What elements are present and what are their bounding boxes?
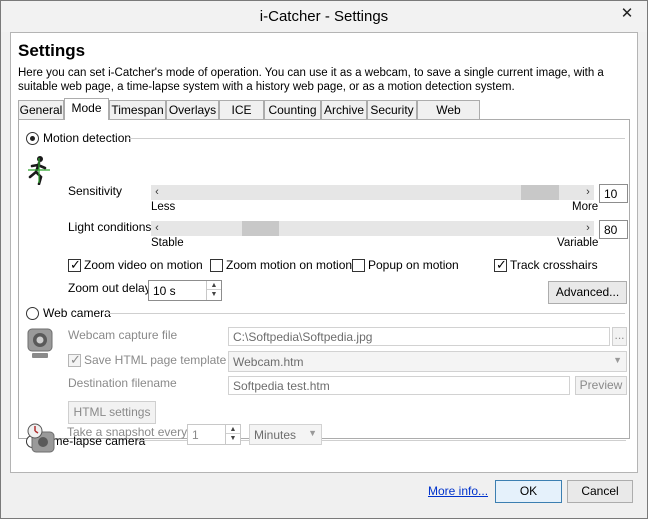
tab-overlays[interactable]: Overlays <box>166 100 219 119</box>
sensitivity-min-label: Less <box>151 201 176 213</box>
tab-counting[interactable]: Counting <box>264 100 321 119</box>
light-conditions-label: Light conditions <box>68 220 152 234</box>
chevron-down-icon: ▼ <box>613 355 622 365</box>
destination-filename-label: Destination filename <box>68 376 177 390</box>
sensitivity-label: Sensitivity <box>68 184 123 198</box>
motion-detection-option[interactable]: Motion detection <box>26 131 131 145</box>
light-conditions-value[interactable]: 80 <box>599 220 628 239</box>
ok-button[interactable]: OK <box>495 480 562 503</box>
webcam-separator <box>105 313 625 314</box>
zoom-video-on-motion-checkbox[interactable]: Zoom video on motion <box>68 257 203 273</box>
snapshot-unit-dropdown[interactable]: Minutes ▼ <box>249 424 322 445</box>
timer-camera-icon <box>27 423 55 453</box>
tab-web-server[interactable]: Web server <box>417 100 480 131</box>
sensitivity-slider-thumb[interactable] <box>521 185 559 200</box>
close-icon[interactable]: ✕ <box>613 3 641 25</box>
tab-mode[interactable]: Mode <box>64 98 109 120</box>
web-camera-option[interactable]: Web camera <box>26 306 111 320</box>
light-max-label: Variable <box>557 237 599 249</box>
save-html-template-checkbox[interactable]: Save HTML page template <box>68 352 226 368</box>
sensitivity-value[interactable]: 10 <box>599 184 628 203</box>
destination-filename-input[interactable]: Softpedia test.htm <box>228 376 570 395</box>
html-template-dropdown[interactable]: Webcam.htm ▼ <box>228 351 627 372</box>
web-camera-label: Web camera <box>43 306 111 320</box>
window-title: i-Catcher - Settings <box>259 8 389 25</box>
chevron-down-icon: ▼ <box>308 428 317 438</box>
html-settings-button[interactable]: HTML settings <box>68 401 156 424</box>
slider-left-arrow-icon[interactable]: ‹ <box>151 185 163 200</box>
page-description: Here you can set i-Catcher's mode of ope… <box>18 67 604 93</box>
snapshot-interval-label: Take a snapshot every <box>67 425 188 439</box>
browse-button[interactable]: ... <box>612 327 627 346</box>
tab-ice[interactable]: ICE <box>219 100 264 119</box>
motion-detection-label: Motion detection <box>43 131 132 145</box>
snapshot-interval-stepper[interactable]: 1 ▲ ▼ <box>187 424 241 445</box>
tab-archive[interactable]: Archive <box>321 100 367 119</box>
webcam-capture-file-label: Webcam capture file <box>68 328 178 342</box>
running-figure-icon <box>28 156 50 185</box>
advanced-button[interactable]: Advanced... <box>548 281 627 304</box>
motion-detection-radio[interactable] <box>26 131 39 145</box>
slider-right-arrow-icon[interactable]: › <box>582 185 594 200</box>
webcam-icon <box>27 328 53 358</box>
sensitivity-max-label: More <box>572 201 599 213</box>
light-conditions-slider-thumb[interactable] <box>242 221 279 236</box>
cancel-button[interactable]: Cancel <box>567 480 633 503</box>
web-camera-radio[interactable] <box>26 306 39 320</box>
tab-timespan[interactable]: Timespan <box>109 100 166 119</box>
zoom-out-delay-label: Zoom out delay <box>68 281 151 295</box>
slider-right-arrow-icon[interactable]: › <box>582 221 594 236</box>
spin-down-icon[interactable]: ▼ <box>207 290 221 299</box>
zoom-motion-on-motion-checkbox[interactable]: Zoom motion on motion <box>210 258 352 272</box>
preview-button[interactable]: Preview <box>575 376 627 395</box>
light-min-label: Stable <box>151 237 184 249</box>
more-info-link[interactable]: More info... <box>428 484 488 498</box>
tab-security[interactable]: Security <box>367 100 417 119</box>
tab-general[interactable]: General <box>18 100 64 119</box>
motion-separator <box>129 138 625 139</box>
page-title: Settings <box>18 41 86 60</box>
settings-window: i-Catcher - Settings ✕ Settings Here you… <box>0 0 648 519</box>
slider-left-arrow-icon[interactable]: ‹ <box>151 221 163 236</box>
light-conditions-slider[interactable]: ‹ › <box>151 221 594 236</box>
webcam-capture-file-input[interactable]: C:\Softpedia\Softpedia.jpg <box>228 327 610 346</box>
zoom-out-delay-stepper[interactable]: 10 s ▲ ▼ <box>148 280 222 301</box>
spin-up-icon[interactable]: ▲ <box>207 281 221 290</box>
track-crosshairs-checkbox[interactable]: Track crosshairs <box>494 257 598 273</box>
spin-up-icon[interactable]: ▲ <box>226 425 240 434</box>
settings-panel: Settings Here you can set i-Catcher's mo… <box>10 32 638 473</box>
sensitivity-slider[interactable]: ‹ › <box>151 185 594 200</box>
title-bar: i-Catcher - Settings ✕ <box>1 1 647 32</box>
popup-on-motion-checkbox[interactable]: Popup on motion <box>352 258 459 272</box>
mode-tab-panel: Motion detection Sensitivity ‹ › 10 Less… <box>18 119 630 448</box>
spin-down-icon[interactable]: ▼ <box>226 434 240 443</box>
